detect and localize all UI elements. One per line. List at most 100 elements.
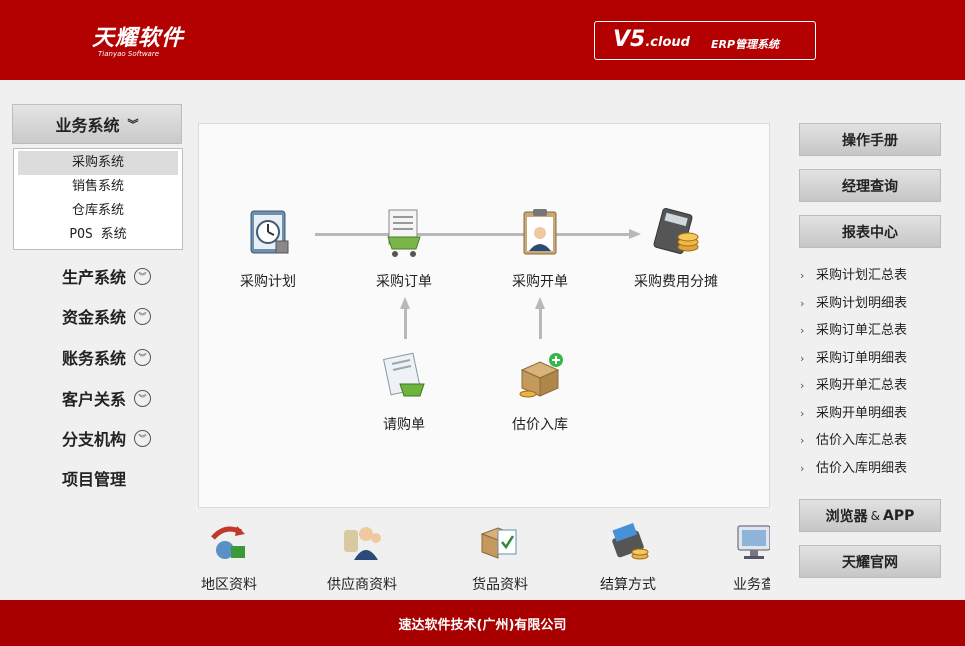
flow-label: 采购计划 [240, 274, 296, 290]
strip-item-region[interactable]: 地区资料 [185, 520, 284, 594]
flow-node-purchase-plan[interactable]: 采购计划 [213, 207, 323, 291]
flow-connector [404, 309, 407, 339]
company-name: 速达软件技术(广州)有限公司 [398, 617, 567, 633]
shopping-cart-document-icon [387, 209, 421, 257]
report-link[interactable]: › 采购开单汇总表 [800, 372, 960, 400]
flow-node-purchase-order[interactable]: 采购订单 [349, 207, 459, 291]
sidebar-item-accounting[interactable]: 账务系统 ︾ [62, 345, 152, 369]
ampersand: & [870, 508, 880, 523]
chevron-circle-down-icon: ︾ [134, 348, 152, 366]
chevron-right-icon: › [800, 461, 805, 475]
sidebar-item-production[interactable]: 生产系统 ︾ [62, 264, 152, 288]
chevron-right-icon: › [800, 296, 805, 310]
menu-business-system[interactable]: 业务系统 ︾ [12, 104, 182, 144]
sidebar-item-label: 资金系统 [62, 308, 127, 327]
sidebar-item-crm[interactable]: 客户关系 ︾ [62, 386, 152, 410]
app-header: 天耀软件 Tianyao Software V5.cloud ERP管理系统 [0, 0, 965, 80]
region-arrow-icon [211, 526, 245, 559]
brand-name: 天耀软件 [92, 26, 185, 51]
strip-item-goods[interactable]: 货品资料 [445, 520, 555, 594]
sidebar-item-label: 客户关系 [62, 390, 127, 409]
clipboard-person-icon [523, 209, 557, 255]
calendar-clock-icon [250, 210, 289, 254]
report-link-label: 采购订单明细表 [816, 350, 908, 366]
flow-node-purchase-request[interactable]: 请购单 [349, 350, 459, 434]
card-terminal-icon [612, 522, 649, 560]
chevron-circle-down-icon: ︾ [134, 267, 152, 285]
sidebar-item-label: 项目管理 [62, 470, 127, 489]
chevron-right-icon: › [800, 351, 805, 365]
submenu-sales[interactable]: 销售系统 [18, 175, 178, 199]
sidebar-item-branches[interactable]: 分支机构 ︾ [62, 426, 152, 450]
sidebar-item-funds[interactable]: 资金系统 ︾ [62, 304, 152, 328]
report-link-label: 采购计划明细表 [816, 295, 908, 311]
version-number: V5 [613, 27, 646, 52]
strip-label: 结算方式 [600, 577, 656, 593]
brand-logo: 天耀软件 Tianyao Software [92, 20, 184, 58]
chevron-right-icon: › [800, 406, 805, 420]
chevron-right-icon: › [800, 269, 805, 282]
flow-node-purchase-invoice[interactable]: 采购开单 [485, 207, 595, 291]
report-link[interactable]: › 采购开单明细表 [800, 400, 960, 428]
flow-arrow-up [535, 297, 545, 309]
chevron-right-icon: › [800, 434, 805, 447]
manager-query-button[interactable]: 经理查询 [799, 169, 941, 202]
notepad-basket-icon [382, 352, 425, 397]
report-link-label: 估价入库明细表 [816, 460, 908, 476]
submenu-purchase[interactable]: 采购系统 [18, 151, 178, 175]
browser-label: 浏览器 [825, 508, 868, 525]
report-link[interactable]: › 估价入库汇总表 [800, 427, 960, 455]
calculator-coins-icon [653, 207, 699, 255]
flow-label: 估价入库 [512, 417, 568, 433]
report-link[interactable]: › 采购计划汇总表 [800, 262, 960, 290]
base-data-strip: 地区资料 供应商资料 货品资料 结算方式 业务查 [185, 512, 770, 600]
app-label: APP [883, 507, 915, 524]
chevron-circle-down-icon: ︾ [134, 307, 152, 325]
box-add-icon [519, 353, 563, 398]
flow-node-estimated-stock-in[interactable]: 估价入库 [485, 350, 595, 434]
strip-label: 供应商资料 [327, 577, 397, 593]
report-link-label: 采购计划汇总表 [816, 268, 908, 283]
strip-item-supplier[interactable]: 供应商资料 [307, 520, 417, 594]
report-link-label: 采购订单汇总表 [816, 323, 908, 338]
report-center-button[interactable]: 报表中心 [799, 215, 941, 248]
report-link[interactable]: › 采购订单明细表 [800, 345, 960, 373]
report-link[interactable]: › 估价入库明细表 [800, 455, 960, 483]
flow-label: 采购开单 [512, 274, 568, 290]
sidebar-item-label: 账务系统 [62, 349, 127, 368]
sidebar-item-label: 分支机构 [62, 430, 127, 449]
chevron-circle-down-icon: ︾ [134, 429, 152, 447]
purchase-flow-panel: 采购计划 采购订单 采购开单 采购费用分摊 请购单 估价入库 [198, 123, 770, 508]
report-list: › 采购计划汇总表 › 采购计划明细表 › 采购订单汇总表 › 采购订单明细表 › 采购开… [800, 262, 960, 482]
flow-arrow-up [400, 297, 410, 309]
submenu-warehouse[interactable]: 仓库系统 [18, 199, 178, 223]
chevron-right-icon: › [800, 379, 805, 392]
manual-button[interactable]: 操作手册 [799, 123, 941, 156]
monitor-icon [737, 525, 770, 559]
report-link-label: 采购开单明细表 [816, 405, 908, 421]
strip-item-settlement[interactable]: 结算方式 [573, 520, 683, 594]
official-site-button[interactable]: 天耀官网 [799, 545, 941, 578]
system-label: ERP管理系统 [711, 38, 780, 51]
report-link[interactable]: › 采购计划明细表 [800, 290, 960, 318]
browser-app-button[interactable]: 浏览器 & APP [799, 499, 941, 532]
strip-label: 地区资料 [201, 577, 257, 593]
flow-label: 请购单 [383, 417, 425, 433]
flow-label: 采购费用分摊 [634, 274, 718, 290]
chevron-circle-down-icon: ︾ [134, 389, 152, 407]
strip-label: 业务查 [733, 577, 770, 593]
strip-item-business-query[interactable]: 业务查 [699, 520, 770, 594]
version-text: V5.cloud [613, 27, 690, 52]
double-chevron-down-icon: ︾ [127, 118, 139, 131]
sidebar-item-projects[interactable]: 项目管理 [62, 466, 126, 490]
submenu-pos[interactable]: POS 系统 [18, 223, 178, 247]
report-link[interactable]: › 采购订单汇总表 [800, 317, 960, 345]
version-badge: V5.cloud ERP管理系统 [594, 21, 816, 60]
sidebar-item-label: 生产系统 [62, 268, 127, 287]
flow-node-cost-allocation[interactable]: 采购费用分摊 [621, 207, 731, 291]
menu-business-label: 业务系统 [55, 116, 120, 135]
flow-label: 采购订单 [376, 274, 432, 290]
flow-connector [539, 309, 542, 339]
business-submenu: 采购系统 销售系统 仓库系统 POS 系统 [13, 148, 183, 250]
version-suffix: .cloud [645, 35, 690, 50]
